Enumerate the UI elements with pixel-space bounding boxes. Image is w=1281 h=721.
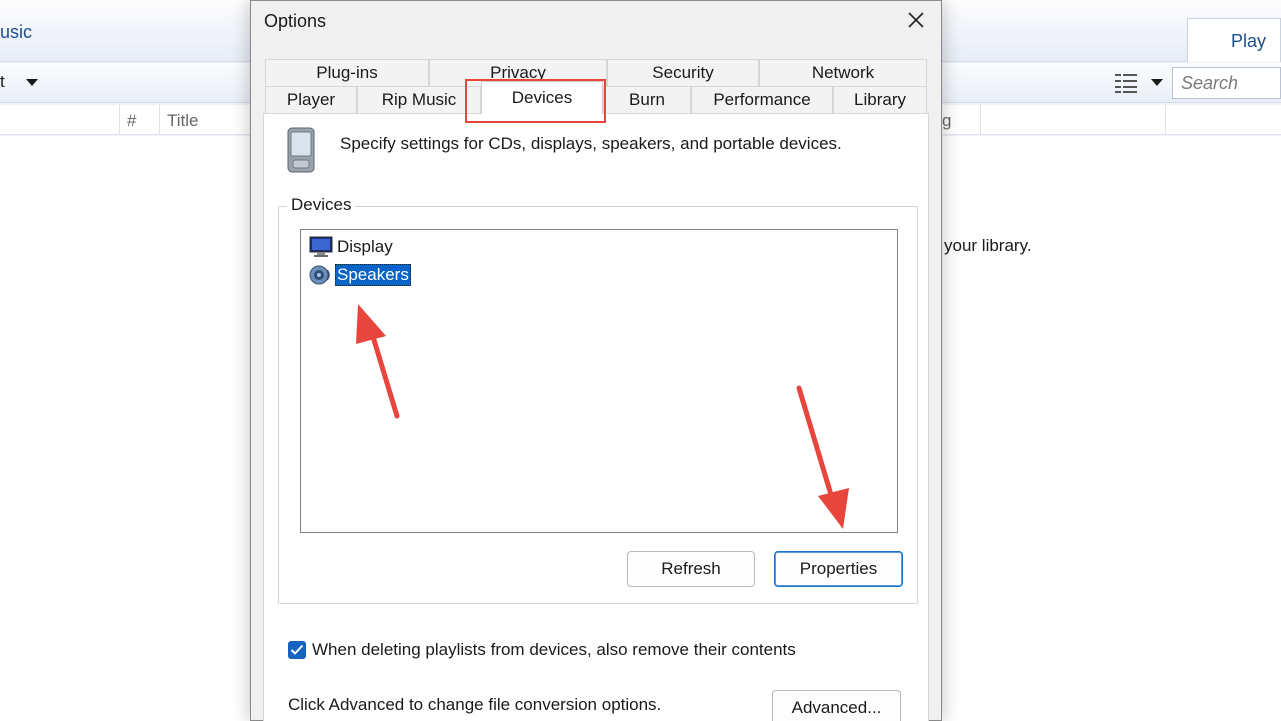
properties-button[interactable]: Properties [774, 551, 903, 587]
remove-contents-checkbox[interactable] [288, 641, 306, 659]
tab-network[interactable]: Network [759, 59, 927, 86]
column-number[interactable]: # [127, 111, 136, 131]
tab-library[interactable]: Library [833, 86, 927, 113]
view-options-icon[interactable] [1115, 72, 1139, 94]
refresh-button[interactable]: Refresh [627, 551, 755, 587]
tab-burn[interactable]: Burn [603, 86, 691, 113]
tab-devices[interactable]: Devices [481, 81, 603, 114]
background-play-tab[interactable]: Play [1187, 18, 1281, 62]
devices-tab-panel: Specify settings for CDs, displays, spea… [263, 113, 929, 721]
devices-groupbox: Devices Display Speakers Refresh Propert… [278, 195, 918, 604]
options-dialog: Options Plug-ins Privacy Security Networ… [250, 0, 942, 721]
chevron-down-icon[interactable] [26, 79, 38, 86]
background-library-text: your library. [944, 236, 1032, 255]
tab-plug-ins[interactable]: Plug-ins [265, 59, 429, 86]
column-partial[interactable]: g [942, 111, 951, 131]
tab-rip-music[interactable]: Rip Music [357, 86, 481, 113]
remove-contents-label[interactable]: When deleting playlists from devices, al… [312, 640, 796, 660]
monitor-icon [309, 236, 333, 257]
chevron-down-icon[interactable] [1151, 79, 1163, 86]
background-music-tab[interactable]: usic [0, 22, 32, 43]
dialog-title: Options [264, 11, 327, 31]
portable-device-icon [287, 127, 315, 173]
column-title[interactable]: Title [167, 111, 199, 131]
background-toolbar-text[interactable]: t [0, 72, 5, 92]
close-icon[interactable] [901, 7, 931, 35]
tab-player[interactable]: Player [265, 86, 357, 113]
advanced-hint-text: Click Advanced to change file conversion… [288, 695, 662, 714]
tab-performance[interactable]: Performance [691, 86, 833, 113]
list-item-label: Display [337, 237, 393, 256]
tab-security[interactable]: Security [607, 59, 759, 86]
devices-list[interactable]: Display Speakers [300, 229, 898, 533]
search-input[interactable]: Search [1172, 67, 1281, 99]
speaker-icon [309, 265, 330, 285]
list-item-label: Speakers [335, 264, 411, 286]
advanced-button[interactable]: Advanced... [772, 690, 901, 721]
checkmark-icon [290, 644, 304, 655]
intro-text: Specify settings for CDs, displays, spea… [340, 134, 842, 153]
devices-group-label: Devices [287, 195, 356, 215]
